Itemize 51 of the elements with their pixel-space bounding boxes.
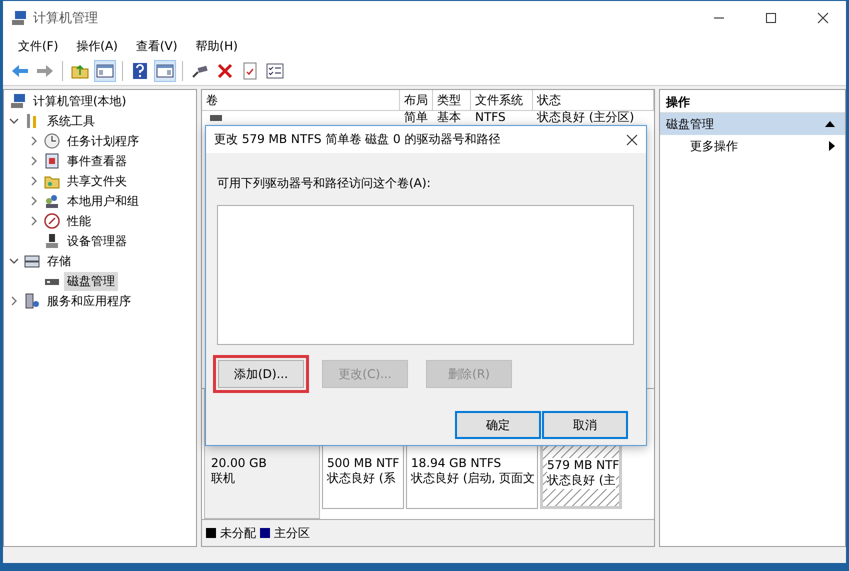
action-item[interactable]: 更多操作	[660, 135, 845, 157]
submenu-triangle-icon	[829, 141, 835, 151]
tree-item[interactable]: 共享文件夹	[64, 172, 130, 190]
action-item[interactable]: 磁盘管理	[660, 113, 845, 135]
window-title: 计算机管理	[33, 10, 99, 27]
close-icon	[817, 12, 829, 24]
column-header[interactable]: 类型	[433, 90, 471, 111]
column-header[interactable]: 文件系统	[471, 90, 533, 111]
legend-label: 未分配	[220, 524, 256, 542]
tree-item[interactable]: 性能	[64, 212, 94, 230]
dialog-button[interactable]: 取消	[542, 411, 628, 439]
menu-item[interactable]: 文件(F)	[9, 36, 68, 56]
menu-item[interactable]: 帮助(H)	[186, 36, 247, 56]
device-icon	[44, 233, 60, 249]
tree-item[interactable]: 事件查看器	[64, 152, 130, 170]
collapse-triangle-icon[interactable]	[825, 121, 835, 127]
dialog-button[interactable]: 确定	[455, 411, 541, 439]
tree-item[interactable]: 磁盘管理	[64, 272, 118, 290]
panel-icon[interactable]	[94, 60, 116, 82]
table-cell-text: 基本	[436, 111, 462, 125]
services-icon	[24, 293, 40, 309]
drive-icon	[210, 115, 222, 121]
legend-label: 主分区	[274, 524, 310, 542]
computer-icon	[10, 93, 26, 109]
maximize-icon	[765, 12, 777, 24]
storage-icon	[24, 253, 40, 269]
tree-item[interactable]: 计算机管理(本地)	[30, 92, 130, 110]
computer-icon	[11, 10, 27, 26]
close-icon	[626, 134, 638, 146]
dialog-button[interactable]: 添加(D)...	[218, 360, 304, 388]
tree-item[interactable]: 设备管理器	[64, 232, 130, 250]
users-icon	[44, 193, 60, 209]
column-header[interactable]: 状态	[533, 90, 654, 111]
table-cell-text: 简单	[403, 111, 429, 125]
tree-item[interactable]: 任务计划程序	[64, 132, 142, 150]
menu-item[interactable]: 查看(V)	[126, 36, 186, 56]
column-header[interactable]: 布局	[400, 90, 433, 111]
tree-item[interactable]: 系统工具	[44, 112, 98, 130]
performance-icon	[44, 213, 60, 229]
table-cell-text: 状态良好 (主分区)	[536, 111, 636, 125]
event-viewer-icon	[44, 153, 60, 169]
menu-item[interactable]: 操作(A)	[67, 36, 127, 56]
dialog-prompt: 可用下列驱动器号和路径访问这个卷(A):	[217, 175, 432, 192]
clock-icon	[44, 133, 60, 149]
tree-item[interactable]: 服务和应用程序	[44, 292, 134, 310]
panel-icon[interactable]	[154, 60, 176, 82]
dialog-title: 更改 579 MB NTFS 简单卷 磁盘 0 的驱动器号和路径	[214, 131, 500, 148]
tree-item[interactable]: 本地用户和组	[64, 192, 142, 210]
tree-item[interactable]: 存储	[44, 252, 74, 270]
table-cell-text: NTFS	[474, 111, 507, 125]
column-header[interactable]: 卷	[202, 90, 400, 111]
